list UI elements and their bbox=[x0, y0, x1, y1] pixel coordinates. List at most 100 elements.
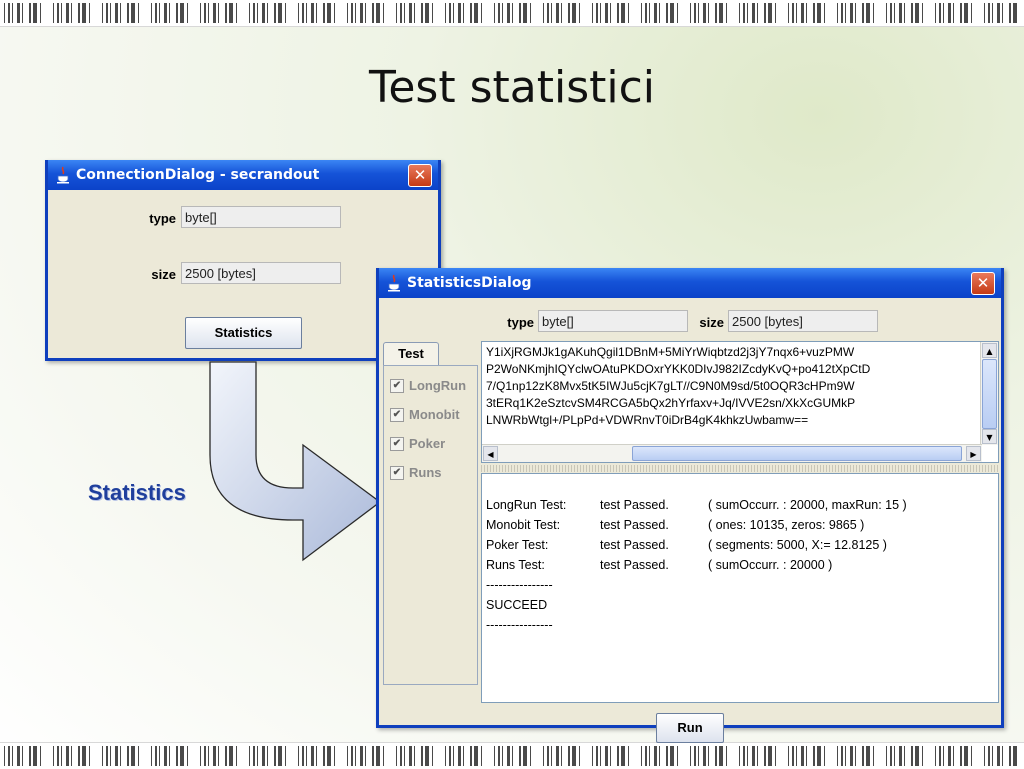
barcode-bar bbox=[862, 746, 864, 766]
size-field[interactable]: 2500 [bytes] bbox=[728, 310, 878, 332]
result-status: test Passed. bbox=[600, 518, 669, 532]
barcode-bar bbox=[110, 746, 111, 766]
check-runs[interactable]: ✔ Runs bbox=[390, 465, 442, 480]
barcode-bar bbox=[890, 3, 892, 23]
bottom-decorative-strip bbox=[0, 742, 1024, 769]
vertical-scrollbar[interactable]: ▲ ▼ bbox=[980, 342, 998, 445]
barcode-bar bbox=[628, 3, 629, 23]
barcode-bar bbox=[12, 746, 13, 766]
statistics-dialog-titlebar[interactable]: StatisticsDialog ✕ bbox=[379, 268, 1001, 298]
data-line: 7/Q1np12zK8Mvx5tK5IWJu5cjK7gLT//C9N0M9sd… bbox=[486, 379, 855, 393]
connection-dialog-titlebar[interactable]: ConnectionDialog - secrandout ✕ bbox=[48, 160, 438, 190]
barcode-bar bbox=[971, 3, 972, 23]
barcode-bar bbox=[257, 3, 258, 23]
separator-line: ---------------- bbox=[486, 618, 553, 632]
barcode-bar bbox=[432, 3, 433, 23]
barcode-bar bbox=[187, 3, 188, 23]
vertical-scroll-thumb[interactable] bbox=[982, 359, 997, 429]
tab-test[interactable]: Test bbox=[383, 342, 439, 366]
random-data-textarea[interactable]: Y1iXjRGMJk1gAKuhQgil1DBnM+5MiYrWiqbtzd2j… bbox=[481, 341, 999, 463]
barcode-bar bbox=[414, 3, 415, 23]
barcode-bar bbox=[596, 746, 598, 766]
barcode-bar bbox=[400, 3, 402, 23]
horizontal-scroll-thumb[interactable] bbox=[632, 446, 962, 461]
barcode-bar bbox=[89, 746, 90, 766]
check-poker[interactable]: ✔ Poker bbox=[390, 436, 445, 451]
scroll-right-icon[interactable]: ▶ bbox=[966, 446, 981, 461]
close-icon[interactable]: ✕ bbox=[971, 272, 995, 295]
result-status: test Passed. bbox=[600, 558, 669, 572]
barcode-bar bbox=[708, 3, 709, 23]
check-runs-label: Runs bbox=[409, 465, 442, 480]
barcode-bar bbox=[739, 3, 740, 23]
barcode-bar bbox=[572, 3, 576, 23]
barcode-bar bbox=[911, 3, 913, 23]
barcode-bar bbox=[425, 3, 429, 23]
scroll-up-icon[interactable]: ▲ bbox=[982, 343, 997, 358]
check-monobit[interactable]: ✔ Monobit bbox=[390, 407, 460, 422]
barcode-bar bbox=[507, 746, 510, 766]
barcode-bar bbox=[298, 746, 299, 766]
type-label: type bbox=[507, 315, 534, 330]
barcode-bar bbox=[855, 746, 856, 766]
barcode-bar bbox=[873, 746, 874, 766]
type-field[interactable]: byte[] bbox=[538, 310, 688, 332]
barcode-bar bbox=[474, 3, 478, 23]
barcode-bar bbox=[151, 3, 152, 23]
barcode-bar bbox=[715, 746, 717, 766]
barcode-bar bbox=[102, 746, 103, 766]
results-text: LongRun Test: test Passed. ( sumOccurr. … bbox=[486, 495, 991, 635]
splitter-divider[interactable] bbox=[481, 465, 999, 472]
barcode-bar bbox=[225, 746, 227, 766]
check-longrun[interactable]: ✔ LongRun bbox=[390, 378, 466, 393]
horizontal-scrollbar[interactable]: ◀ ▶ bbox=[482, 444, 982, 462]
barcode-bar bbox=[351, 3, 353, 23]
run-button[interactable]: Run bbox=[656, 713, 724, 743]
result-detail: ( sumOccurr. : 20000 ) bbox=[708, 558, 833, 572]
barcode-bar bbox=[1009, 3, 1011, 23]
barcode-bar bbox=[61, 746, 62, 766]
barcode-bar bbox=[274, 3, 276, 23]
barcode-bar bbox=[4, 746, 5, 766]
close-icon[interactable]: ✕ bbox=[408, 164, 432, 187]
barcode-bar bbox=[29, 746, 31, 766]
barcode-bar bbox=[180, 746, 184, 766]
barcode-bar bbox=[445, 3, 446, 23]
connection-dialog-title: ConnectionDialog - secrandout bbox=[76, 167, 320, 183]
data-line: P2WoNKmjhIQYclwOAtuPKDOxrYKK0DIvJ982IZcd… bbox=[486, 362, 871, 376]
barcode-bar bbox=[355, 3, 356, 23]
barcode-bar bbox=[997, 746, 1000, 766]
check-poker-label: Poker bbox=[409, 436, 446, 451]
barcode-bar bbox=[850, 3, 853, 23]
results-textarea[interactable]: LongRun Test: test Passed. ( sumOccurr. … bbox=[481, 473, 999, 703]
barcode-bar bbox=[992, 3, 993, 23]
result-test-name: Poker Test: bbox=[486, 538, 549, 552]
size-field[interactable]: 2500 [bytes] bbox=[181, 262, 341, 284]
barcode-bar bbox=[285, 746, 286, 766]
barcode-bar bbox=[187, 746, 188, 766]
barcode-bar bbox=[229, 746, 233, 766]
barcode-bar bbox=[208, 746, 209, 766]
type-field[interactable]: byte[] bbox=[181, 206, 341, 228]
barcode-bar bbox=[654, 746, 657, 766]
barcode-bar bbox=[57, 746, 59, 766]
scroll-left-icon[interactable]: ◀ bbox=[483, 446, 498, 461]
barcode-bar bbox=[788, 746, 789, 766]
java-cup-icon bbox=[388, 274, 400, 292]
scroll-down-icon[interactable]: ▼ bbox=[982, 429, 997, 444]
barcode-bar bbox=[208, 3, 209, 23]
barcode-bar bbox=[948, 746, 951, 766]
barcode-bar bbox=[316, 746, 317, 766]
barcode-bar bbox=[530, 746, 531, 766]
barcode-bar bbox=[649, 746, 650, 766]
barcode-bar bbox=[649, 3, 650, 23]
result-test-name: Monobit Test: bbox=[486, 518, 561, 532]
barcode-bar bbox=[943, 746, 944, 766]
barcode-bar bbox=[543, 746, 544, 766]
barcode-bar bbox=[666, 746, 668, 766]
barcode-bar bbox=[752, 746, 755, 766]
barcode-bar bbox=[775, 746, 776, 766]
barcode-bar bbox=[866, 746, 870, 766]
statistics-button[interactable]: Statistics bbox=[185, 317, 302, 349]
top-decorative-strip bbox=[0, 0, 1024, 27]
